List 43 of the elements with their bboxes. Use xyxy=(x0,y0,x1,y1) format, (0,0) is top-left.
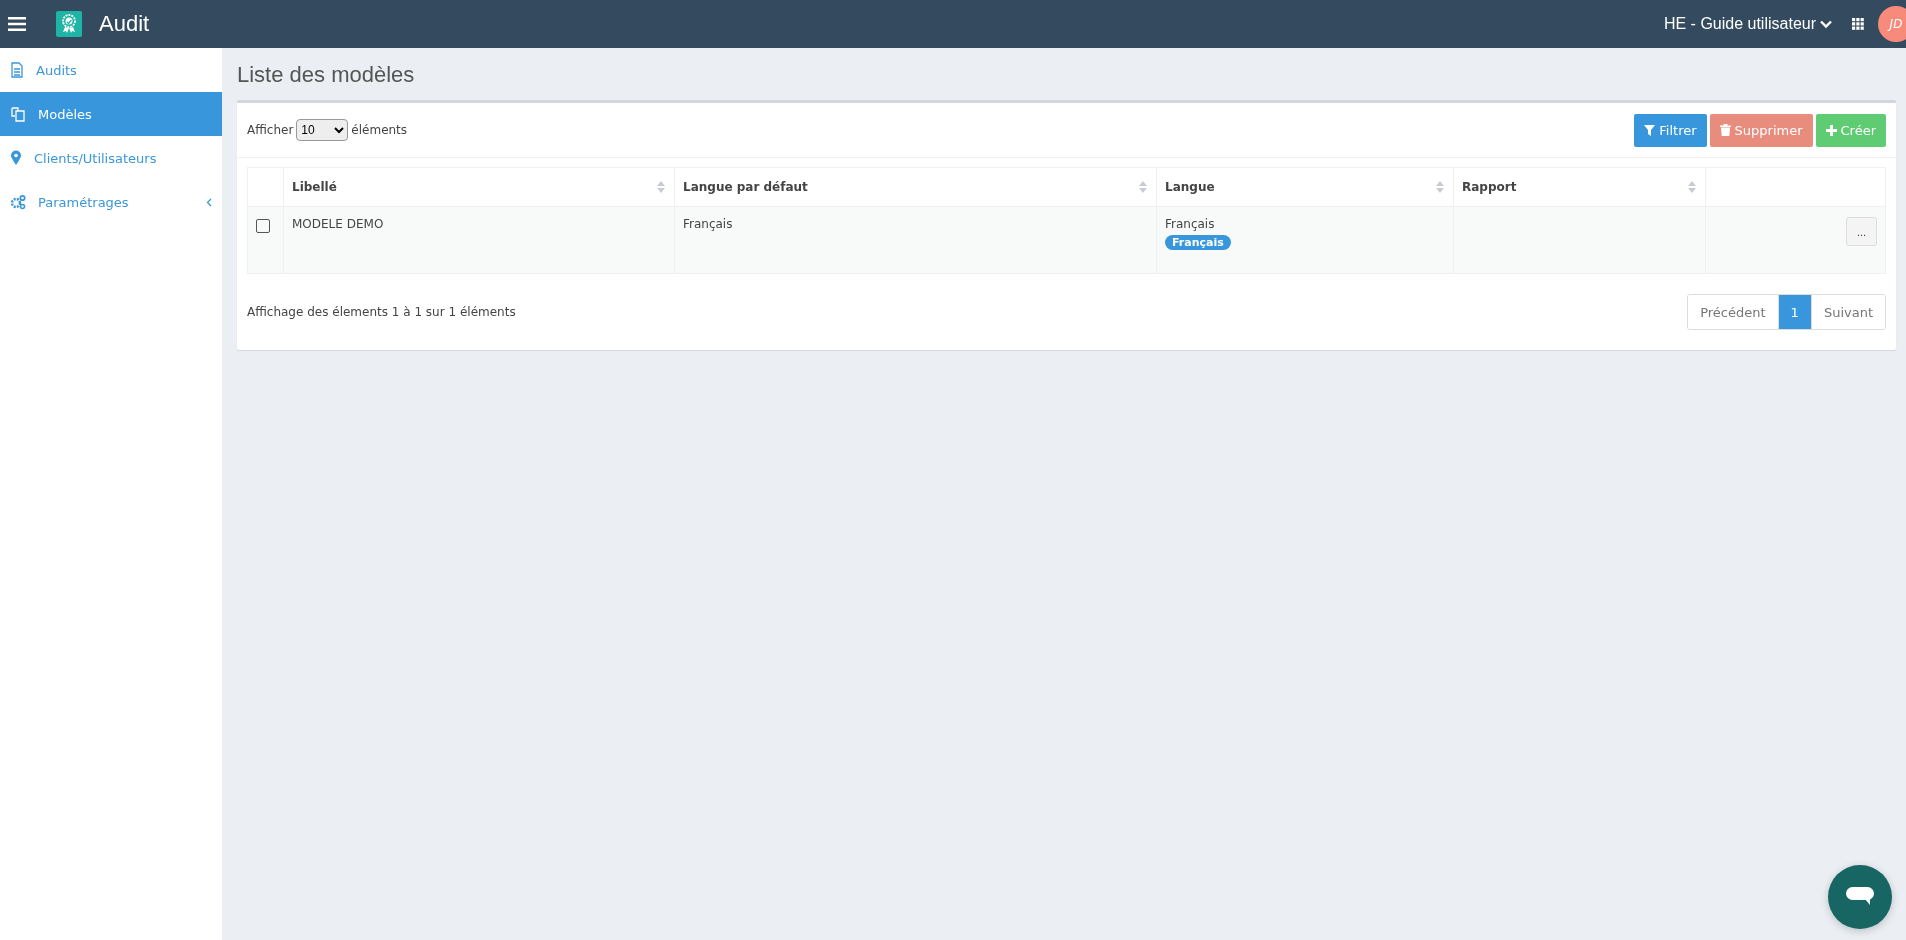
sort-icon[interactable] xyxy=(1138,180,1148,194)
copy-icon xyxy=(10,106,26,122)
table-cell: Français xyxy=(674,206,1157,274)
entries-label: éléments xyxy=(351,123,408,137)
table-info: Affichage des élements 1 à 1 sur 1 éléments xyxy=(247,305,516,319)
workspace-dropdown[interactable]: HE - Guide utilisateur xyxy=(1663,15,1832,33)
app-title: Audit xyxy=(99,11,150,37)
menu-icon[interactable] xyxy=(8,17,26,31)
sort-icon[interactable] xyxy=(1435,180,1445,194)
page-size-select[interactable]: 10 xyxy=(296,119,349,141)
chevron-left-icon[interactable] xyxy=(206,197,212,207)
chevron-down-icon xyxy=(1820,19,1832,29)
sidebar-item[interactable]: Clients/Utilisateurs xyxy=(0,136,222,180)
show-label: Afficher xyxy=(247,123,294,137)
pagination-button[interactable]: 1 xyxy=(1777,295,1811,329)
language-tag: Français xyxy=(1165,235,1231,250)
column-header[interactable]: Langue xyxy=(1156,167,1454,207)
table-cell: MODELE DEMO xyxy=(283,206,675,274)
delete-button[interactable]: Supprimer xyxy=(1709,113,1813,147)
user-avatar[interactable]: JD xyxy=(1878,6,1906,42)
sort-icon[interactable] xyxy=(1687,180,1697,194)
sidebar-item[interactable]: Modèles xyxy=(0,92,222,136)
sort-icon[interactable] xyxy=(656,180,666,194)
logo-icon xyxy=(56,11,82,37)
gears-icon xyxy=(10,194,26,210)
document-icon xyxy=(10,62,24,78)
plus-icon xyxy=(1825,124,1837,136)
sidebar-item[interactable]: Paramétrages xyxy=(0,180,222,224)
column-header[interactable]: Libellé xyxy=(283,167,675,207)
filter-button[interactable]: Filtrer xyxy=(1634,113,1707,147)
trash-icon xyxy=(1719,124,1731,136)
apps-grid-icon[interactable] xyxy=(1852,18,1864,30)
pagination-button[interactable]: Suivant xyxy=(1810,295,1885,329)
map-pin-icon xyxy=(10,150,22,166)
sidebar-item[interactable]: Audits xyxy=(0,48,222,92)
row-checkbox[interactable] xyxy=(256,219,270,233)
column-header[interactable]: Rapport xyxy=(1453,167,1706,207)
chat-button[interactable] xyxy=(1828,865,1892,929)
table-cell-text: Français xyxy=(1165,217,1216,231)
column-header[interactable]: Langue par défaut xyxy=(674,167,1157,207)
page-title: Liste des modèles xyxy=(237,62,416,88)
filter-icon xyxy=(1644,124,1656,136)
row-menu-button[interactable]: ... xyxy=(1846,217,1877,246)
